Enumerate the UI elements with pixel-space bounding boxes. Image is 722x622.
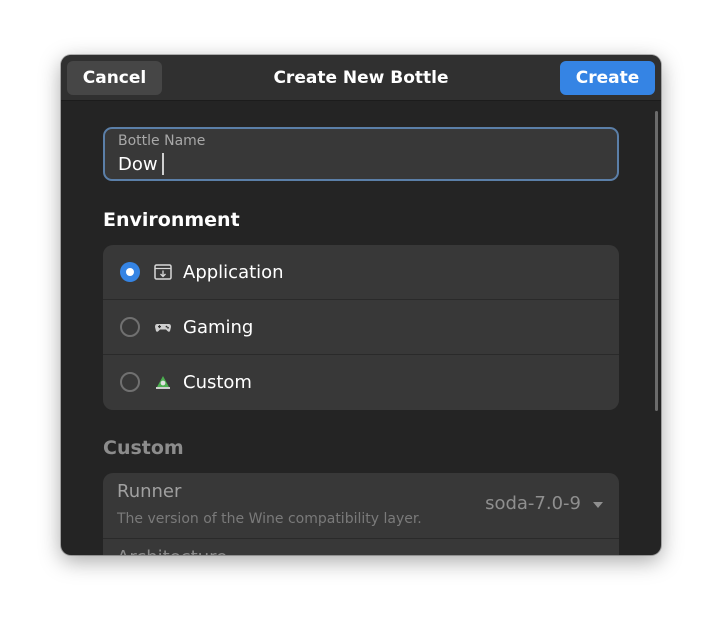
architecture-row: Architecture <box>103 539 619 555</box>
text-caret <box>161 153 164 175</box>
bottle-name-value[interactable]: Dow <box>118 153 164 175</box>
environment-list: Application Gaming Custom <box>103 245 619 410</box>
application-icon <box>154 264 172 280</box>
radio-gaming[interactable] <box>120 317 140 337</box>
runner-subtitle: The version of the Wine compatibility la… <box>117 511 422 527</box>
option-label-gaming: Gaming <box>183 317 254 338</box>
environment-option-custom[interactable]: Custom <box>103 355 619 410</box>
architecture-title: Architecture <box>117 547 227 555</box>
environment-option-application[interactable]: Application <box>103 245 619 300</box>
bottle-name-label: Bottle Name <box>118 133 206 149</box>
custom-settings-list: Runner The version of the Wine compatibi… <box>103 473 619 555</box>
cancel-button[interactable]: Cancel <box>67 61 162 95</box>
bottle-name-field[interactable]: Bottle Name Dow <box>103 127 619 181</box>
custom-section-title: Custom <box>103 437 184 459</box>
environment-section-title: Environment <box>103 209 240 231</box>
create-bottle-dialog: Cancel Create New Bottle Create Bottle N… <box>61 55 661 555</box>
environment-option-gaming[interactable]: Gaming <box>103 300 619 355</box>
dialog-content: Bottle Name Dow Environment Application <box>61 101 661 555</box>
radio-application[interactable] <box>120 262 140 282</box>
runner-dropdown: soda-7.0-9 <box>485 493 581 514</box>
custom-icon <box>156 376 170 389</box>
create-button[interactable]: Create <box>560 61 655 95</box>
bottle-name-text: Dow <box>118 153 158 175</box>
option-label-custom: Custom <box>183 372 252 393</box>
runner-title: Runner <box>117 481 182 502</box>
chevron-down-icon <box>593 502 603 508</box>
runner-row: Runner The version of the Wine compatibi… <box>103 473 619 539</box>
gamepad-icon <box>155 324 171 332</box>
header-bar: Cancel Create New Bottle Create <box>61 55 661 101</box>
radio-custom[interactable] <box>120 372 140 392</box>
dialog-title: Create New Bottle <box>273 68 449 88</box>
scrollbar[interactable] <box>655 111 658 411</box>
option-label-application: Application <box>183 262 284 283</box>
